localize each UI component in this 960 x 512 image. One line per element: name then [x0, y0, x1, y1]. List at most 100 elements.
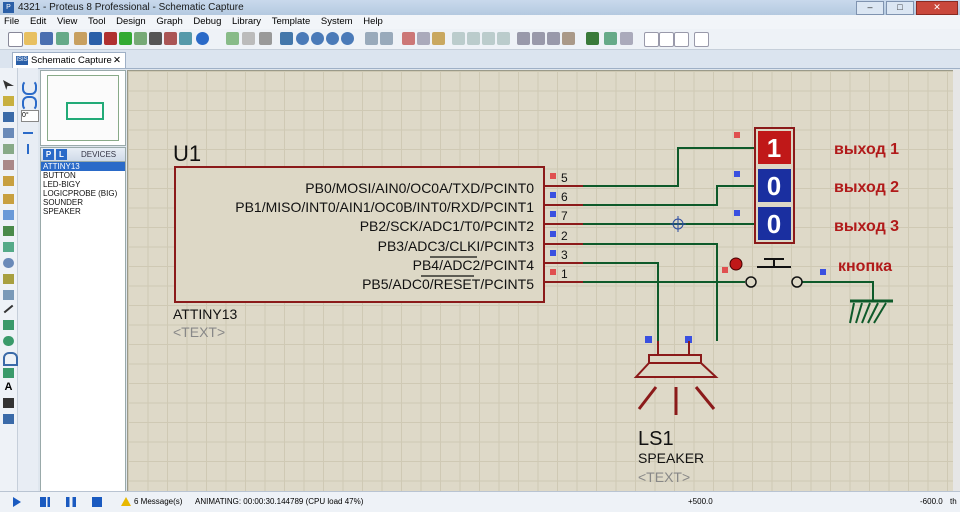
make-device-icon[interactable] — [532, 32, 545, 45]
close-tab-button[interactable]: ✕ — [113, 53, 121, 68]
messages-count[interactable]: 6 Message(s) — [134, 492, 182, 512]
new-sheet-icon[interactable] — [644, 32, 659, 47]
pick-devices-button[interactable]: P — [43, 149, 54, 160]
pause-icon[interactable] — [66, 497, 76, 507]
redo-icon[interactable] — [380, 32, 393, 45]
text-mode-icon[interactable]: A — [3, 382, 14, 393]
bom-icon[interactable] — [134, 32, 147, 45]
paste-icon[interactable] — [432, 32, 445, 45]
schematic-canvas[interactable]: U1 ATTINY13 <TEXT> PB0/MOSI/AIN0/OC0A/TX… — [127, 70, 954, 493]
mirror-y-icon[interactable] — [27, 144, 29, 154]
source-icon[interactable] — [164, 32, 177, 45]
device-item[interactable]: LOGICPROBE (BIG) — [41, 189, 125, 198]
zoom-area-icon[interactable] — [341, 32, 354, 45]
maximize-button[interactable]: □ — [886, 1, 914, 15]
device-item[interactable]: LED-BIGY — [41, 180, 125, 189]
line-mode-icon[interactable] — [3, 304, 14, 314]
menu-design[interactable]: Design — [112, 15, 150, 29]
cut-icon[interactable] — [402, 32, 415, 45]
tab-schematic-capture[interactable]: ISIS Schematic Capture ✕ — [12, 52, 126, 68]
exit-to-parent-icon[interactable] — [674, 32, 689, 47]
rotate-clockwise-icon[interactable] — [22, 80, 37, 95]
package-tool-icon[interactable] — [547, 32, 560, 45]
path-mode-icon[interactable] — [3, 368, 14, 378]
block-rotate-icon[interactable] — [482, 32, 495, 45]
speaker-symbol[interactable] — [633, 341, 719, 415]
subcircuit-mode-icon[interactable] — [3, 176, 14, 186]
menu-edit[interactable]: Edit — [26, 15, 50, 29]
new-file-icon[interactable] — [8, 32, 23, 47]
ares-icon[interactable] — [104, 32, 117, 45]
block-copy-icon[interactable] — [452, 32, 465, 45]
menu-help[interactable]: Help — [359, 15, 387, 29]
origin-icon[interactable] — [259, 32, 272, 45]
zoom-all-icon[interactable] — [326, 32, 339, 45]
probe-mode-icon[interactable] — [3, 274, 14, 284]
remove-sheet-icon[interactable] — [659, 32, 674, 47]
junction-mode-icon[interactable] — [3, 112, 14, 122]
menu-file[interactable]: File — [0, 15, 23, 29]
menu-tool[interactable]: Tool — [84, 15, 109, 29]
pick-device-icon[interactable] — [517, 32, 530, 45]
terminals-mode-icon[interactable] — [3, 194, 14, 204]
device-item[interactable]: BUTTON — [41, 171, 125, 180]
block-delete-icon[interactable] — [497, 32, 510, 45]
play-icon[interactable] — [13, 497, 21, 507]
device-item[interactable]: ATTINY13 — [41, 162, 125, 171]
menu-debug[interactable]: Debug — [189, 15, 225, 29]
menu-template[interactable]: Template — [268, 15, 315, 29]
library-manager-button[interactable]: L — [56, 149, 67, 160]
graph-mode-icon[interactable] — [3, 226, 14, 236]
decompose-icon[interactable] — [562, 32, 575, 45]
block-move-icon[interactable] — [467, 32, 480, 45]
wire-autorouter-icon[interactable] — [586, 32, 599, 45]
device-pins-mode-icon[interactable] — [3, 210, 14, 220]
box-mode-icon[interactable] — [3, 320, 14, 330]
vsm-icon[interactable] — [179, 32, 192, 45]
zoom-out-icon[interactable] — [311, 32, 324, 45]
instruments-mode-icon[interactable] — [3, 290, 14, 300]
open-folder-icon[interactable] — [24, 32, 37, 45]
circle-mode-icon[interactable] — [3, 336, 14, 346]
tape-recorder-icon[interactable] — [3, 242, 14, 252]
import-icon[interactable] — [56, 32, 69, 45]
minimize-button[interactable]: – — [856, 1, 884, 15]
menu-graph[interactable]: Graph — [152, 15, 186, 29]
stop-icon[interactable] — [92, 497, 102, 507]
selection-mode-icon[interactable] — [3, 80, 14, 90]
button-control-icon[interactable] — [729, 257, 743, 271]
undo-icon[interactable] — [365, 32, 378, 45]
menu-system[interactable]: System — [317, 15, 357, 29]
back-icon[interactable] — [119, 32, 132, 45]
text-script-mode-icon[interactable] — [3, 144, 14, 154]
vertical-scrollbar[interactable] — [953, 70, 960, 491]
design-explorer-icon[interactable] — [694, 32, 709, 47]
menu-library[interactable]: Library — [228, 15, 265, 29]
help-icon[interactable] — [196, 32, 209, 45]
step-icon[interactable] — [40, 497, 50, 507]
marker-mode-icon[interactable] — [3, 414, 14, 424]
home-icon[interactable] — [74, 32, 87, 45]
arc-mode-icon[interactable] — [3, 352, 18, 366]
close-window-button[interactable]: ✕ — [916, 1, 958, 15]
wire-label-mode-icon[interactable] — [3, 128, 14, 138]
zoom-in-icon[interactable] — [296, 32, 309, 45]
generator-mode-icon[interactable] — [3, 258, 14, 268]
copy-icon[interactable] — [417, 32, 430, 45]
grid-icon[interactable] — [242, 32, 255, 45]
mirror-x-icon[interactable] — [23, 132, 33, 134]
device-item[interactable]: SOUNDER — [41, 198, 125, 207]
component-mode-icon[interactable] — [3, 96, 14, 106]
pan-icon[interactable] — [280, 32, 293, 45]
buses-mode-icon[interactable] — [3, 160, 14, 170]
netlist-icon[interactable] — [149, 32, 162, 45]
refresh-icon[interactable] — [226, 32, 239, 45]
property-tool-icon[interactable] — [620, 32, 633, 45]
rotate-anticlockwise-icon[interactable] — [22, 96, 37, 111]
isis-icon[interactable] — [89, 32, 102, 45]
device-item[interactable]: SPEAKER — [41, 207, 125, 216]
search-tag-icon[interactable] — [604, 32, 617, 45]
menu-view[interactable]: View — [53, 15, 81, 29]
rotation-angle-field[interactable]: 0° — [21, 110, 39, 122]
symbol-mode-icon[interactable] — [3, 398, 14, 408]
